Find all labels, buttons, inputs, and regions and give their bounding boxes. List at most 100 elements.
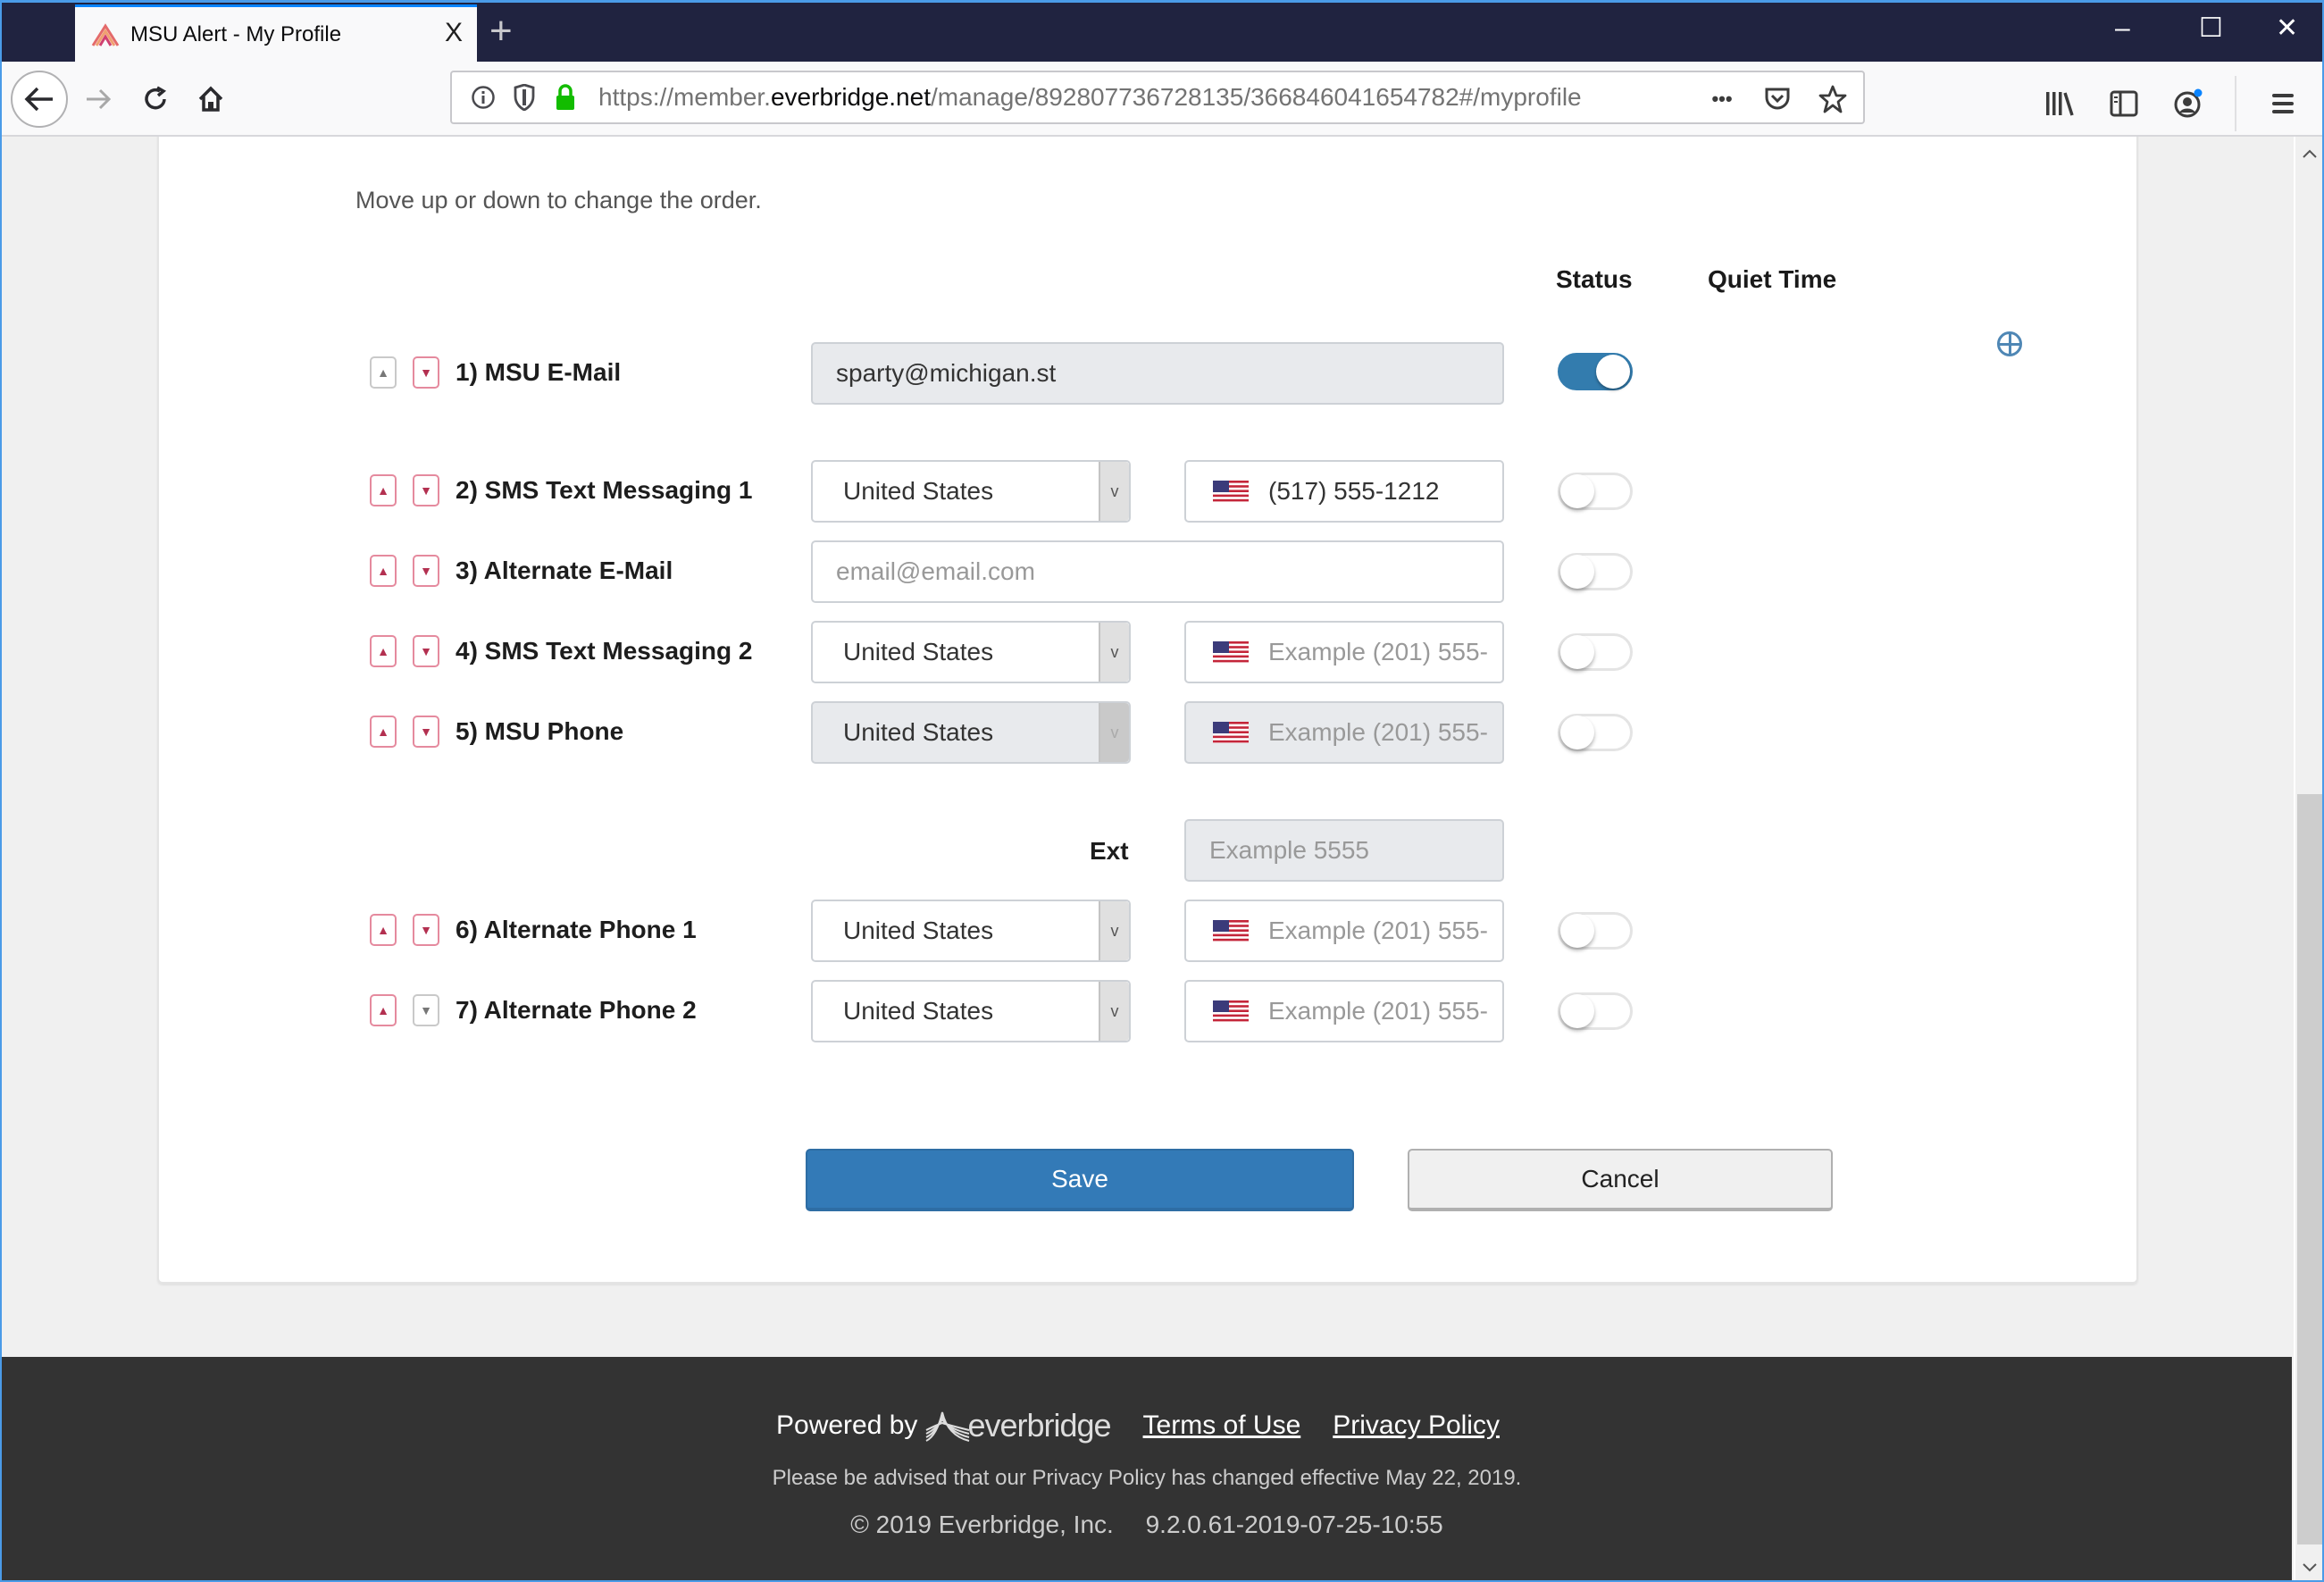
toggle-knob [1560, 635, 1594, 669]
tab-close-icon[interactable]: X [445, 20, 463, 46]
phone-field-msu-phone[interactable]: Example (201) 555- [1184, 701, 1504, 764]
add-quiet-time-icon[interactable] [1997, 331, 2022, 356]
status-toggle-msu-phone[interactable] [1558, 714, 1633, 751]
tracking-shield-icon[interactable] [509, 82, 539, 113]
phone-placeholder: Example (201) 555- [1268, 997, 1488, 1025]
account-icon[interactable] [2170, 84, 2206, 123]
move-up-button[interactable]: ▲ [370, 474, 397, 506]
chevron-down-icon[interactable]: v [1099, 462, 1129, 521]
minimize-button[interactable]: – [2115, 15, 2130, 42]
move-down-button[interactable]: ▼ [413, 356, 439, 389]
move-up-button[interactable]: ▲ [370, 914, 397, 946]
country-value: United States [843, 718, 994, 746]
contact-row-sms-1: ▲ ▼ 2) SMS Text Messaging 1 [370, 473, 752, 508]
sidebar-icon[interactable] [2106, 84, 2142, 123]
move-up-button[interactable]: ▲ [370, 555, 397, 587]
scroll-up-icon[interactable] [2295, 140, 2322, 167]
move-down-button[interactable]: ▼ [413, 994, 439, 1026]
info-icon[interactable] [468, 82, 498, 113]
country-select-alt-phone-2[interactable]: United States v [811, 980, 1131, 1042]
scroll-down-icon[interactable] [2295, 1554, 2322, 1580]
status-toggle-sms-2[interactable] [1558, 633, 1633, 671]
arrow-left-icon [24, 87, 53, 112]
status-toggle-alt-phone-2[interactable] [1558, 992, 1633, 1030]
alternate-email-field[interactable]: email@email.com [811, 540, 1504, 603]
back-button[interactable] [11, 71, 68, 128]
chevron-down-icon[interactable]: v [1099, 901, 1129, 960]
privacy-policy-link[interactable]: Privacy Policy [1333, 1410, 1500, 1441]
address-bar[interactable]: https://member.everbridge.net/manage/892… [450, 71, 1865, 124]
page-footer: Powered by everbridge Terms of Use Priva… [2, 1357, 2292, 1580]
profile-card: Move up or down to change the order. Sta… [157, 137, 2138, 1284]
us-flag-icon [1213, 722, 1249, 743]
quiet-time-column-header: Quiet Time [1708, 265, 1837, 293]
everbridge-logo-icon [925, 1411, 970, 1442]
new-tab-button[interactable]: + [489, 12, 513, 51]
forward-button[interactable] [73, 74, 123, 124]
country-select-msu-phone[interactable]: United States v [811, 701, 1131, 764]
status-toggle-alt-email[interactable] [1558, 553, 1633, 590]
toolbar-separator [2235, 76, 2236, 131]
scrollbar-thumb[interactable] [2297, 794, 2322, 1544]
move-down-button[interactable]: ▼ [413, 914, 439, 946]
move-up-button[interactable]: ▲ [370, 716, 397, 748]
close-window-button[interactable]: ✕ [2276, 15, 2298, 42]
maximize-button[interactable]: ☐ [2199, 15, 2223, 42]
phone-field-alt-phone-1[interactable]: Example (201) 555- [1184, 900, 1504, 962]
contact-row-msu-phone: ▲ ▼ 5) MSU Phone [370, 714, 623, 749]
phone-placeholder: Example (201) 555- [1268, 917, 1488, 944]
move-down-button[interactable]: ▼ [413, 474, 439, 506]
bookmark-star-icon[interactable] [1815, 80, 1851, 119]
order-hint: Move up or down to change the order. [355, 187, 762, 213]
phone-field-sms-2[interactable]: Example (201) 555- [1184, 621, 1504, 683]
browser-tab-active[interactable]: MSU Alert - My Profile X [75, 4, 477, 62]
extension-field[interactable]: Example 5555 [1184, 819, 1504, 882]
status-toggle-sms-1[interactable] [1558, 473, 1633, 510]
chevron-down-icon[interactable]: v [1099, 982, 1129, 1041]
url-text[interactable]: https://member.everbridge.net/manage/892… [598, 83, 1582, 112]
contact-row-alt-phone-1: ▲ ▼ 6) Alternate Phone 1 [370, 912, 697, 948]
page-actions-icon[interactable]: ••• [1704, 80, 1740, 119]
us-flag-icon [1213, 641, 1249, 663]
row-label: 1) MSU E-Mail [456, 358, 622, 386]
country-value: United States [843, 917, 994, 944]
save-button[interactable]: Save [806, 1149, 1354, 1211]
move-up-button[interactable]: ▲ [370, 994, 397, 1026]
country-select-alt-phone-1[interactable]: United States v [811, 900, 1131, 962]
hamburger-menu-icon[interactable] [2265, 84, 2301, 123]
home-button[interactable] [186, 74, 236, 124]
lock-icon[interactable] [550, 82, 581, 113]
footer-links: Powered by everbridge Terms of Use Priva… [2, 1407, 2292, 1444]
chevron-down-icon: v [1099, 703, 1129, 762]
country-select-sms-1[interactable]: United States v [811, 460, 1131, 523]
cancel-button[interactable]: Cancel [1408, 1149, 1833, 1211]
pocket-icon[interactable] [1760, 80, 1795, 119]
status-toggle-alt-phone-1[interactable] [1558, 912, 1633, 950]
chevron-down-icon[interactable]: v [1099, 623, 1129, 682]
library-icon[interactable] [2042, 84, 2077, 123]
everbridge-favicon-icon [91, 22, 120, 46]
reload-button[interactable] [130, 74, 180, 124]
country-value: United States [843, 997, 994, 1025]
move-down-button[interactable]: ▼ [413, 555, 439, 587]
status-toggle-msu-email[interactable] [1558, 353, 1633, 390]
country-select-sms-2[interactable]: United States v [811, 621, 1131, 683]
contact-row-sms-2: ▲ ▼ 4) SMS Text Messaging 2 [370, 633, 752, 669]
everbridge-logo: everbridge [924, 1407, 1112, 1444]
us-flag-icon [1213, 1000, 1249, 1022]
contact-row-msu-email: ▲ ▼ 1) MSU E-Mail [370, 355, 621, 390]
move-down-button[interactable]: ▼ [413, 635, 439, 667]
move-up-button[interactable]: ▲ [370, 635, 397, 667]
msu-email-field[interactable]: sparty@michigan.st [811, 342, 1504, 405]
title-bar: MSU Alert - My Profile X + – ☐ ✕ [2, 3, 2322, 62]
terms-of-use-link[interactable]: Terms of Use [1143, 1410, 1301, 1441]
toggle-knob [1596, 355, 1630, 389]
phone-field-alt-phone-2[interactable]: Example (201) 555- [1184, 980, 1504, 1042]
move-down-button[interactable]: ▼ [413, 716, 439, 748]
phone-field-sms-1[interactable]: (517) 555-1212 [1184, 460, 1504, 523]
move-up-button[interactable]: ▲ [370, 356, 397, 389]
row-label: 3) Alternate E-Mail [456, 557, 673, 584]
vertical-scrollbar[interactable] [2294, 137, 2322, 1580]
arrow-right-icon [87, 88, 112, 110]
url-prefix: https://member. [598, 83, 771, 111]
